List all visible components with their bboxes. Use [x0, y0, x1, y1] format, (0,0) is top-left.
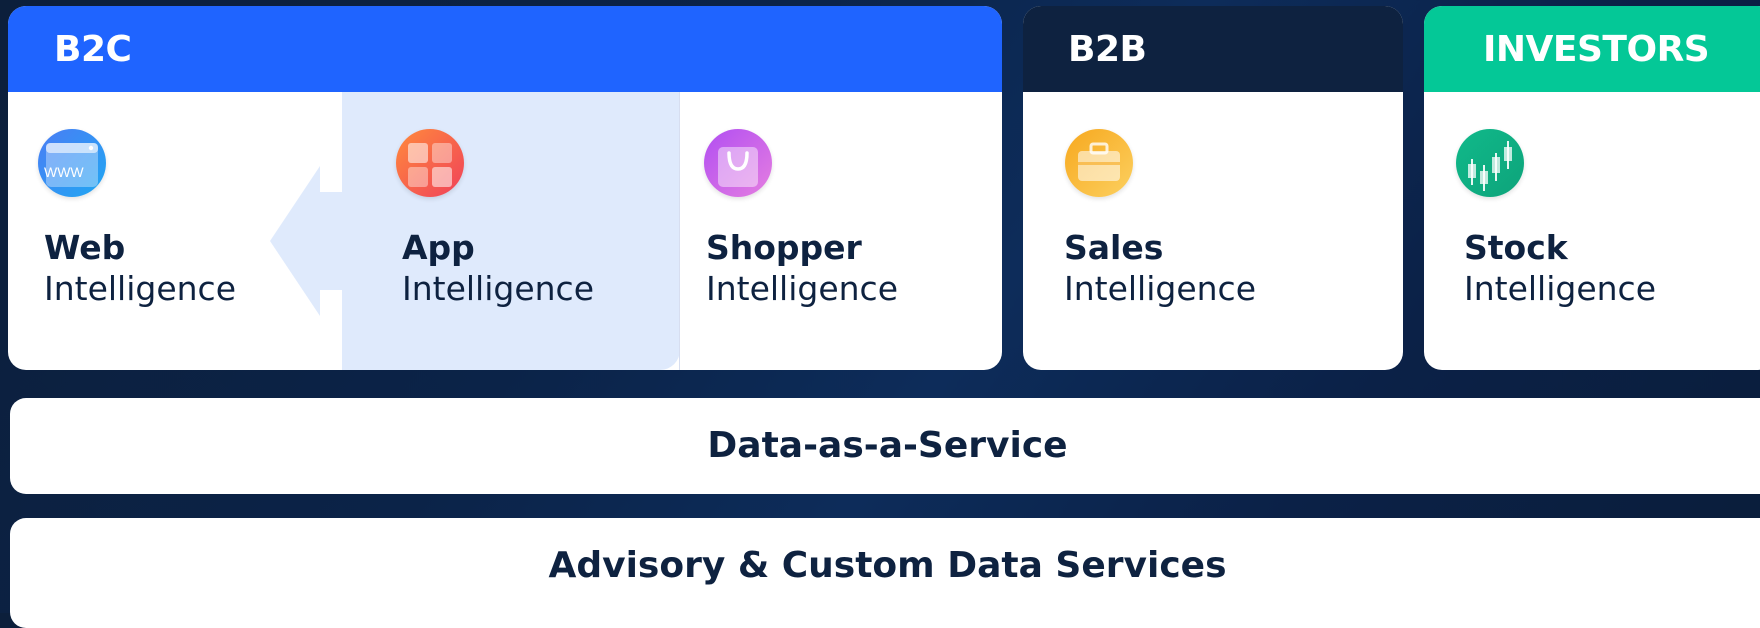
card-name: Stock [1464, 228, 1568, 267]
card-name: Sales [1064, 228, 1164, 267]
card-divider [679, 92, 680, 370]
www-icon-text: WWW [44, 164, 84, 180]
investors-segment: INVESTORS Stock Intelligence [1424, 6, 1760, 370]
card-name: Shopper [706, 228, 862, 267]
web-intelligence-title: Web Intelligence [44, 227, 236, 309]
advisory-services-bar[interactable]: Advisory & Custom Data Services [10, 518, 1760, 628]
investors-header: INVESTORS [1424, 6, 1760, 92]
shopping-bag-icon [704, 129, 772, 197]
b2c-segment: B2C WWW Web Intelligence App Intelligenc… [8, 6, 1002, 370]
candlestick-chart-icon [1456, 129, 1524, 197]
shopper-intelligence-title: Shopper Intelligence [706, 227, 898, 309]
b2b-header-label: B2B [1068, 29, 1147, 70]
card-name: Web [44, 228, 126, 267]
data-as-a-service-label: Data-as-a-Service [707, 425, 1068, 466]
sales-intelligence-title: Sales Intelligence [1064, 227, 1256, 309]
card-suffix: Intelligence [706, 269, 899, 308]
briefcase-icon [1065, 129, 1133, 197]
card-name: App [402, 228, 475, 267]
web-browser-icon: WWW [38, 129, 106, 197]
investors-header-label: INVESTORS [1483, 29, 1710, 70]
b2c-header: B2C [8, 6, 1002, 92]
card-suffix: Intelligence [402, 269, 595, 308]
b2c-header-label: B2C [54, 29, 132, 70]
stock-intelligence-title: Stock Intelligence [1464, 227, 1656, 309]
left-arrow-icon [270, 166, 342, 316]
advisory-services-label: Advisory & Custom Data Services [548, 545, 1227, 586]
b2b-header: B2B [1023, 6, 1403, 92]
card-suffix: Intelligence [44, 269, 237, 308]
card-suffix: Intelligence [1064, 269, 1257, 308]
b2b-segment: B2B Sales Intelligence [1023, 6, 1403, 370]
app-grid-icon [396, 129, 464, 197]
card-suffix: Intelligence [1464, 269, 1657, 308]
app-intelligence-title: App Intelligence [402, 227, 594, 309]
data-as-a-service-bar[interactable]: Data-as-a-Service [10, 398, 1760, 494]
